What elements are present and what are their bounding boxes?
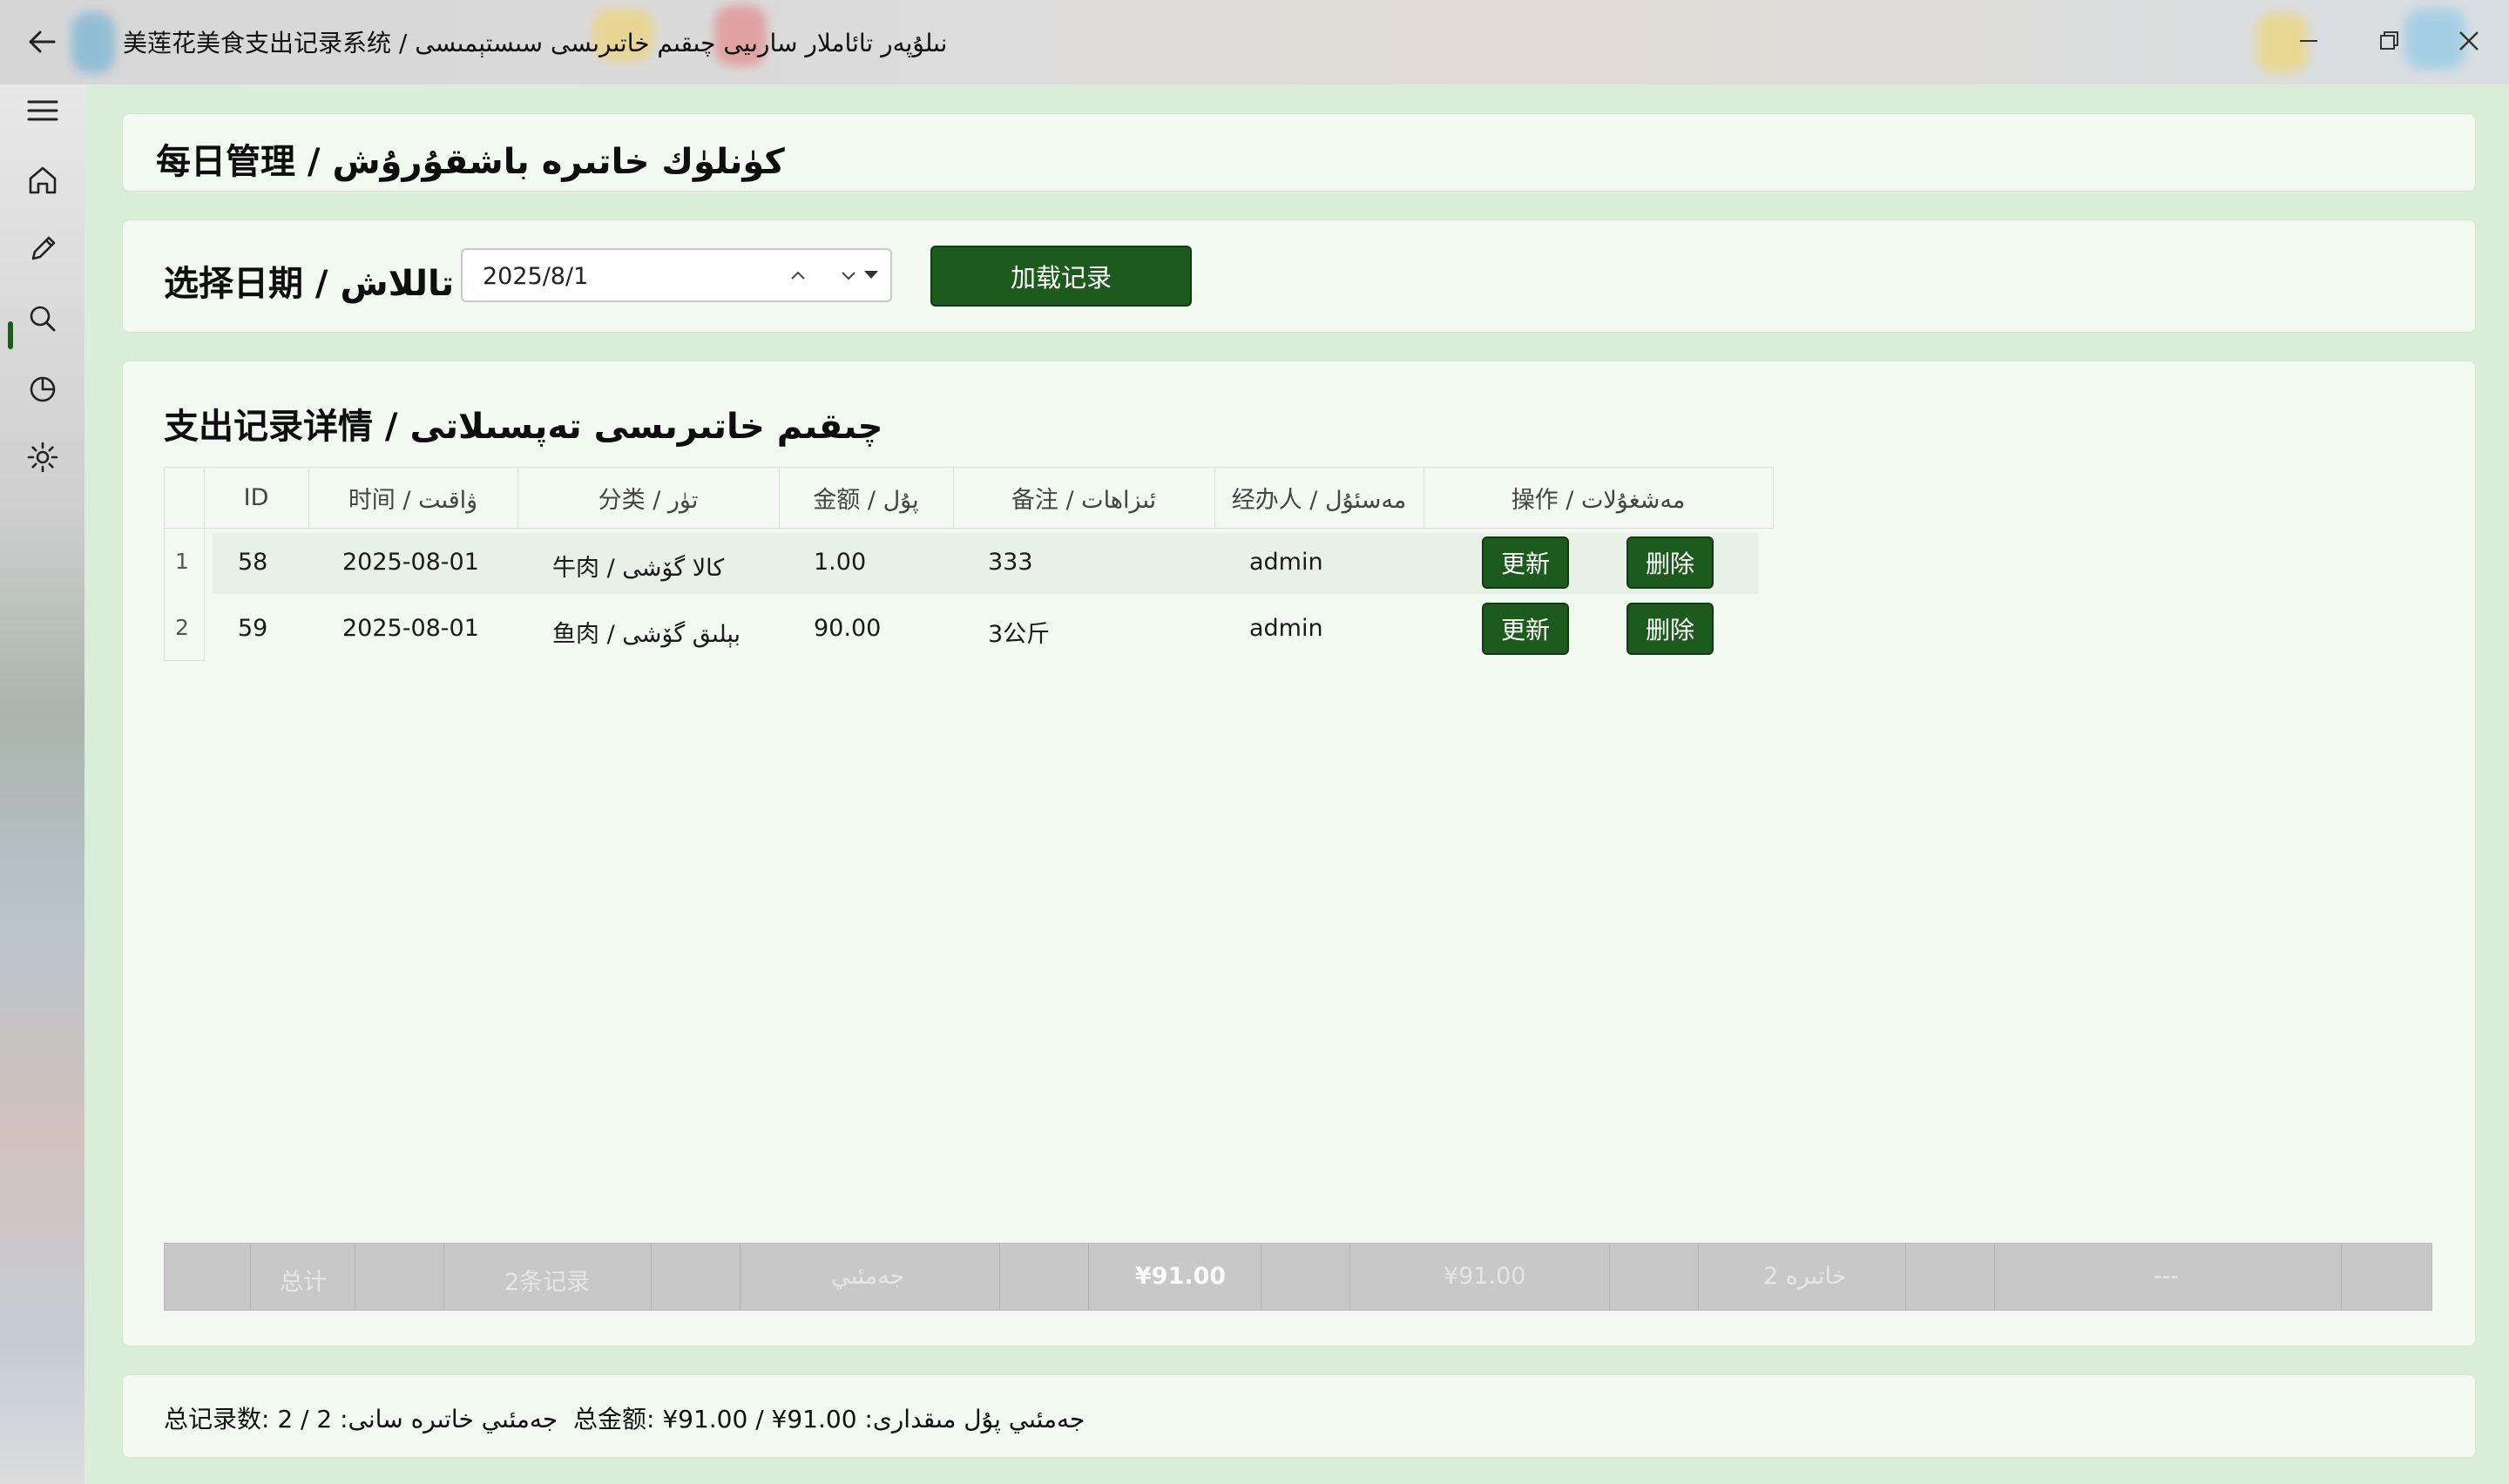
- details-title: 支出记录详情 / چىقىم خاتىرىسى تەپسىلاتى: [164, 407, 883, 447]
- table-border: [164, 528, 1774, 529]
- summary-divider: [250, 1244, 251, 1310]
- page-title: 每日管理 / كۈنلۈك خاتىرە باشقۇرۇش: [156, 142, 785, 182]
- summary-bar: 总计 2条记录 جەمئىي ¥91.00 ¥91.00 2 خاتىرە --…: [164, 1243, 2432, 1311]
- column-header-id[interactable]: ID: [204, 467, 308, 528]
- row-number: 2: [175, 615, 189, 640]
- close-icon[interactable]: [2447, 19, 2491, 63]
- summary-divider: [1349, 1244, 1350, 1310]
- summary-dashes: ---: [2154, 1263, 2180, 1290]
- cell-amount: 1.00: [814, 549, 867, 576]
- column-divider: [1773, 467, 1774, 528]
- column-header-time[interactable]: 时间 / ۋاقىت: [308, 467, 517, 528]
- minimize-icon[interactable]: [2287, 19, 2330, 63]
- summary-count: 2条记录: [504, 1269, 591, 1296]
- summary-divider: [2341, 1244, 2342, 1310]
- cell-operator: admin: [1249, 549, 1323, 576]
- window-title: 美莲花美食支出记录系统 / نىلۇپەر تائاملار سارىيى چى…: [123, 29, 948, 57]
- summary-divider: [1905, 1244, 1906, 1310]
- column-header-category[interactable]: 分类 / تۈر: [517, 467, 779, 528]
- summary-divider: [651, 1244, 652, 1310]
- date-label: 选择日期 / تاللاش: [164, 264, 455, 304]
- total-amount-text: 总金额: ¥91.00 / ¥91.00 :جەمئىي پۇل مىقدارى: [573, 1405, 1085, 1433]
- menu-icon[interactable]: [24, 92, 61, 129]
- column-header-actions: 操作 / مەشغۇلات: [1511, 486, 1686, 514]
- restore-icon[interactable]: [2367, 19, 2411, 63]
- summary-amount-bold: ¥91.00: [1135, 1263, 1227, 1290]
- cell-time: 2025-08-01: [342, 615, 479, 642]
- sidebar: [0, 84, 85, 1484]
- header-card: 每日管理 / كۈنلۈك خاتىرە باشقۇرۇش: [122, 113, 2476, 192]
- dropdown-arrow-icon[interactable]: [864, 271, 878, 279]
- cell-time: 2025-08-01: [342, 549, 479, 576]
- chevron-up-icon[interactable]: [785, 262, 811, 288]
- summary-divider: [1698, 1244, 1699, 1310]
- cell-note: 333: [988, 549, 1033, 576]
- title-bar: 美莲花美食支出记录系统 / نىلۇپەر تائاملار سارىيى چى…: [0, 0, 2509, 84]
- search-icon[interactable]: [24, 300, 61, 337]
- load-records-button[interactable]: 加载记录: [930, 246, 1192, 307]
- summary-amount: ¥91.00: [1444, 1263, 1526, 1290]
- cell-id: 59: [238, 615, 268, 642]
- settings-icon[interactable]: [24, 439, 61, 476]
- date-value: 2025/8/1: [483, 263, 589, 290]
- selected-indicator: [8, 321, 13, 349]
- back-arrow-icon[interactable]: [23, 23, 61, 61]
- table-border: [164, 467, 165, 660]
- delete-button[interactable]: 删除: [1626, 536, 1714, 589]
- cell-amount: 90.00: [814, 615, 882, 642]
- summary-sum-label: جەمئىي: [831, 1263, 905, 1290]
- cell-operator: admin: [1249, 615, 1323, 642]
- edit-icon[interactable]: [24, 231, 61, 267]
- update-button[interactable]: 更新: [1482, 603, 1569, 655]
- summary-count-ug: 2 خاتىرە: [1763, 1263, 1847, 1290]
- cell-category: 鱼肉 / بېلىق گۆشى: [552, 621, 741, 648]
- column-header-note[interactable]: 备注 / ئىزاھات: [953, 467, 1214, 528]
- date-picker[interactable]: 2025/8/1: [461, 248, 892, 302]
- home-icon[interactable]: [24, 162, 61, 199]
- cell-category: 牛肉 / كالا گۆشى: [552, 555, 725, 582]
- row-number: 1: [175, 549, 189, 574]
- summary-divider: [1609, 1244, 1610, 1310]
- cell-id: 58: [238, 549, 268, 576]
- summary-divider: [1994, 1244, 1995, 1310]
- total-records-text: 总记录数: 2 / 2 :جەمئىي خاتىرە سانى: [164, 1405, 558, 1433]
- summary-divider: [740, 1244, 741, 1310]
- summary-divider: [443, 1244, 444, 1310]
- column-header-amount[interactable]: 金额 / پۇل: [779, 467, 953, 528]
- chevron-down-icon[interactable]: [835, 262, 862, 288]
- column-header-operator[interactable]: 经办人 / مەسئۇل: [1214, 467, 1424, 528]
- chart-icon[interactable]: [24, 370, 61, 407]
- summary-divider: [1088, 1244, 1089, 1310]
- summary-divider: [999, 1244, 1000, 1310]
- update-button[interactable]: 更新: [1482, 536, 1569, 589]
- table-border: [164, 660, 205, 661]
- summary-total-label: 总计: [280, 1269, 327, 1296]
- background-blob: [71, 12, 115, 73]
- cell-note: 3公斤: [988, 621, 1051, 648]
- delete-button[interactable]: 删除: [1626, 603, 1714, 655]
